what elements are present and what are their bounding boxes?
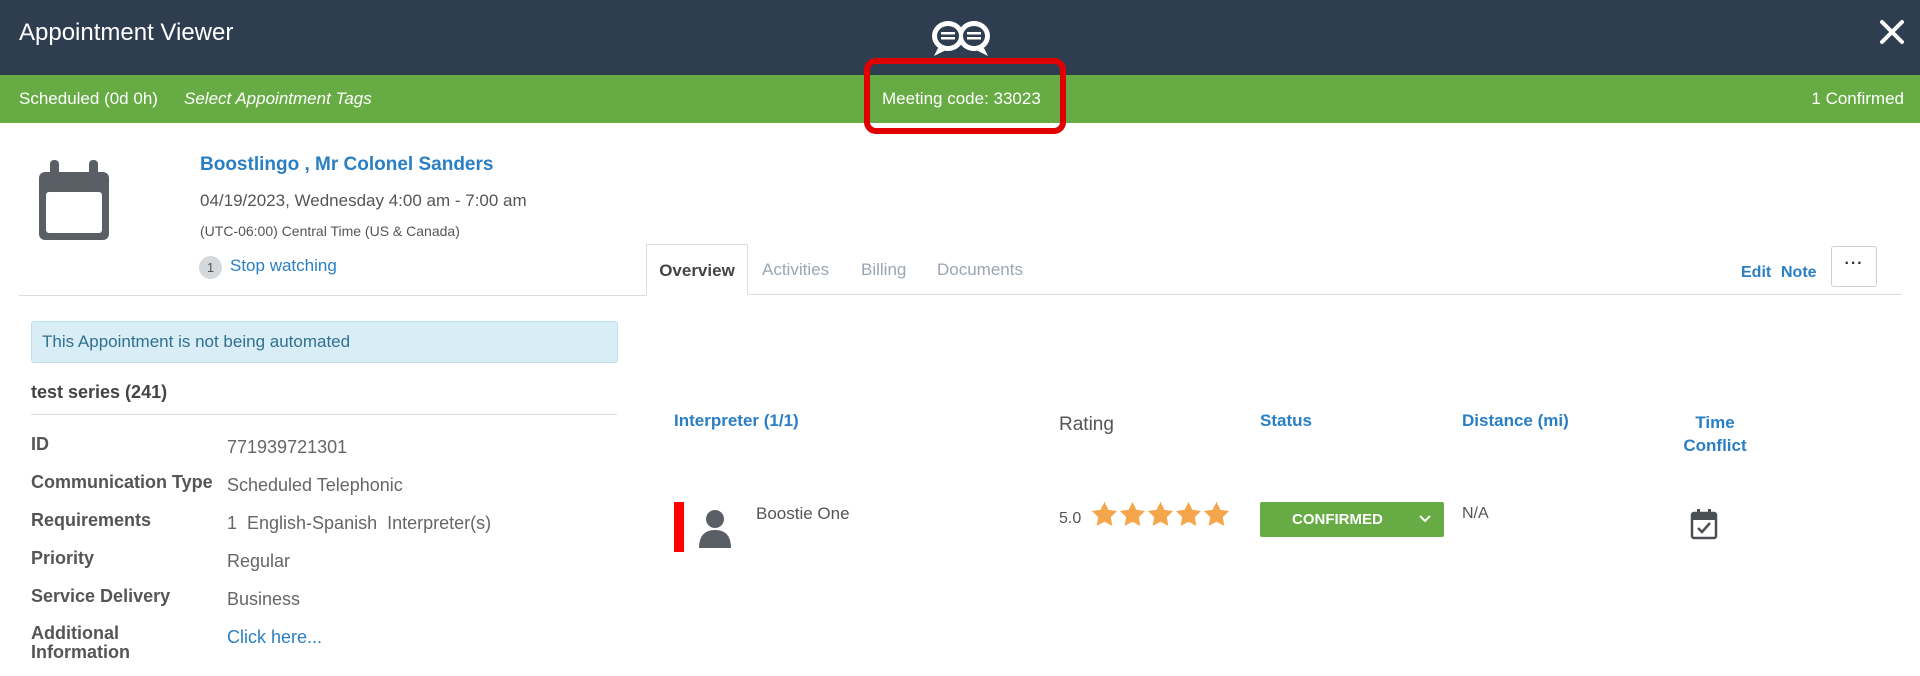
column-header-distance[interactable]: Distance (mi) — [1462, 411, 1569, 431]
watch-count-badge: 1 — [199, 256, 222, 279]
chat-bubbles-logo-icon — [932, 21, 990, 56]
status-indicator-bar — [674, 502, 684, 552]
client-name-link[interactable]: Boostlingo , Mr Colonel Sanders — [200, 154, 493, 176]
rating-value: 5.0 — [1059, 510, 1082, 527]
confirmed-count: 1 Confirmed — [1811, 89, 1904, 108]
column-header-status[interactable]: Status — [1260, 411, 1312, 431]
detail-label-priority: Priority — [31, 548, 95, 568]
detail-label-communication-type: Communication Type — [31, 472, 213, 492]
detail-value-priority: Regular — [227, 551, 291, 571]
stop-watching-link[interactable]: Stop watching — [230, 256, 337, 276]
detail-value-communication-type: Scheduled Telephonic — [227, 475, 403, 495]
calendar-icon — [39, 160, 109, 240]
column-header-interpreter[interactable]: Interpreter (1/1) — [674, 411, 799, 431]
more-options-button[interactable]: ··· — [1831, 246, 1877, 287]
tab-activities[interactable]: Activities — [762, 260, 829, 280]
appointment-datetime: 04/19/2023, Wednesday 4:00 am - 7:00 am — [200, 191, 527, 210]
detail-value-requirements: 1 English-Spanish Interpreter(s) — [227, 513, 492, 533]
schedule-status: Scheduled (0d 0h) — [19, 89, 158, 108]
star-icon — [1091, 501, 1118, 526]
status-label: CONFIRMED — [1292, 511, 1383, 528]
detail-label-service-delivery: Service Delivery — [31, 586, 171, 606]
calendar-check-icon[interactable] — [1690, 508, 1718, 540]
automation-alert: This Appointment is not being automated — [31, 321, 618, 363]
star-icon — [1175, 501, 1202, 526]
star-rating — [1090, 500, 1230, 534]
star-icon — [1203, 501, 1230, 526]
detail-value-service-delivery: Business — [227, 589, 301, 609]
detail-label-additional-information: Additional Information — [31, 623, 130, 662]
person-icon — [699, 510, 731, 548]
tab-billing[interactable]: Billing — [861, 260, 906, 280]
detail-label-id: ID — [31, 434, 49, 454]
divider — [19, 295, 647, 296]
appointment-timezone: (UTC-06:00) Central Time (US & Canada) — [200, 223, 460, 239]
window-title: Appointment Viewer — [19, 19, 234, 46]
detail-value-id: 771939721301 — [227, 437, 348, 457]
close-icon[interactable] — [1878, 18, 1906, 46]
status-dropdown[interactable]: CONFIRMED — [1260, 502, 1444, 537]
tab-overview[interactable]: Overview — [646, 244, 748, 295]
additional-info-link[interactable]: Click here... — [227, 627, 322, 648]
column-header-rating: Rating — [1059, 414, 1114, 435]
interpreter-name: Boostie One — [756, 504, 850, 523]
series-title: test series (241) — [31, 382, 168, 402]
star-icon — [1147, 501, 1174, 526]
divider — [31, 414, 617, 415]
note-button[interactable]: Note — [1781, 264, 1817, 282]
chevron-down-icon — [1419, 515, 1431, 523]
detail-label-requirements: Requirements — [31, 510, 152, 530]
tab-documents[interactable]: Documents — [937, 260, 1023, 280]
edit-button[interactable]: Edit — [1741, 264, 1771, 282]
meeting-code-highlight — [864, 58, 1066, 134]
select-tags-link[interactable]: Select Appointment Tags — [184, 89, 372, 109]
star-icon — [1119, 501, 1146, 526]
distance-value: N/A — [1462, 505, 1489, 522]
column-header-time-conflict[interactable]: Time Conflict — [1672, 411, 1758, 457]
tabs-divider — [647, 294, 1902, 295]
